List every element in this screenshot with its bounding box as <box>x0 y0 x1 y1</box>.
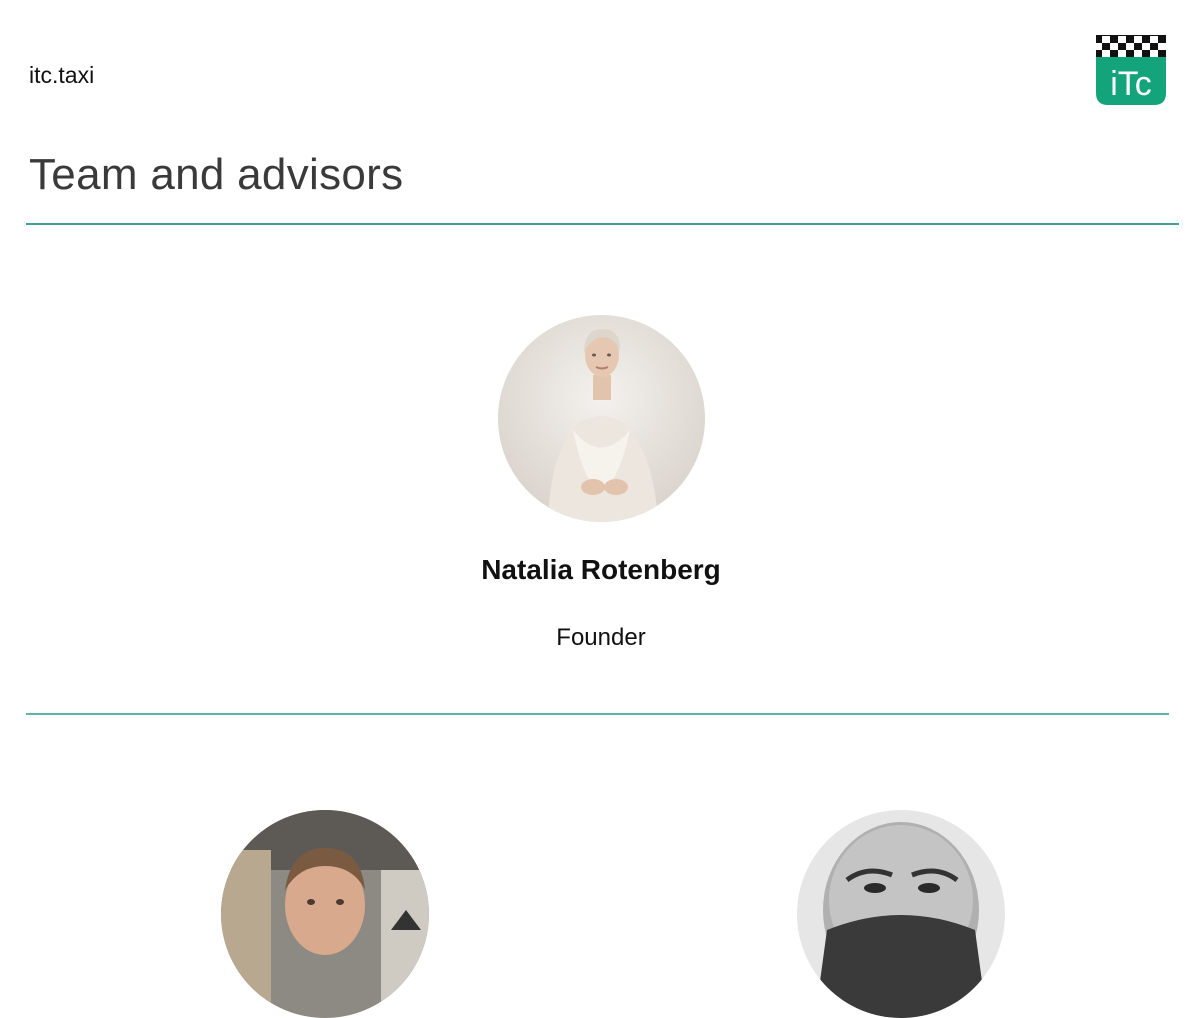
team-member-avatar <box>221 810 429 1018</box>
founder-role: Founder <box>556 624 646 651</box>
team-member-avatar <box>797 810 1005 1018</box>
founder-name: Natalia Rotenberg <box>481 554 721 585</box>
itc-logo-icon: iTc <box>1096 35 1166 105</box>
page-title: Team and advisors <box>29 150 404 199</box>
logo-text: iTc <box>1110 65 1152 103</box>
founder-avatar <box>498 315 705 522</box>
site-name: itc.taxi <box>29 62 95 88</box>
section-divider <box>26 713 1169 715</box>
title-divider <box>26 223 1179 225</box>
